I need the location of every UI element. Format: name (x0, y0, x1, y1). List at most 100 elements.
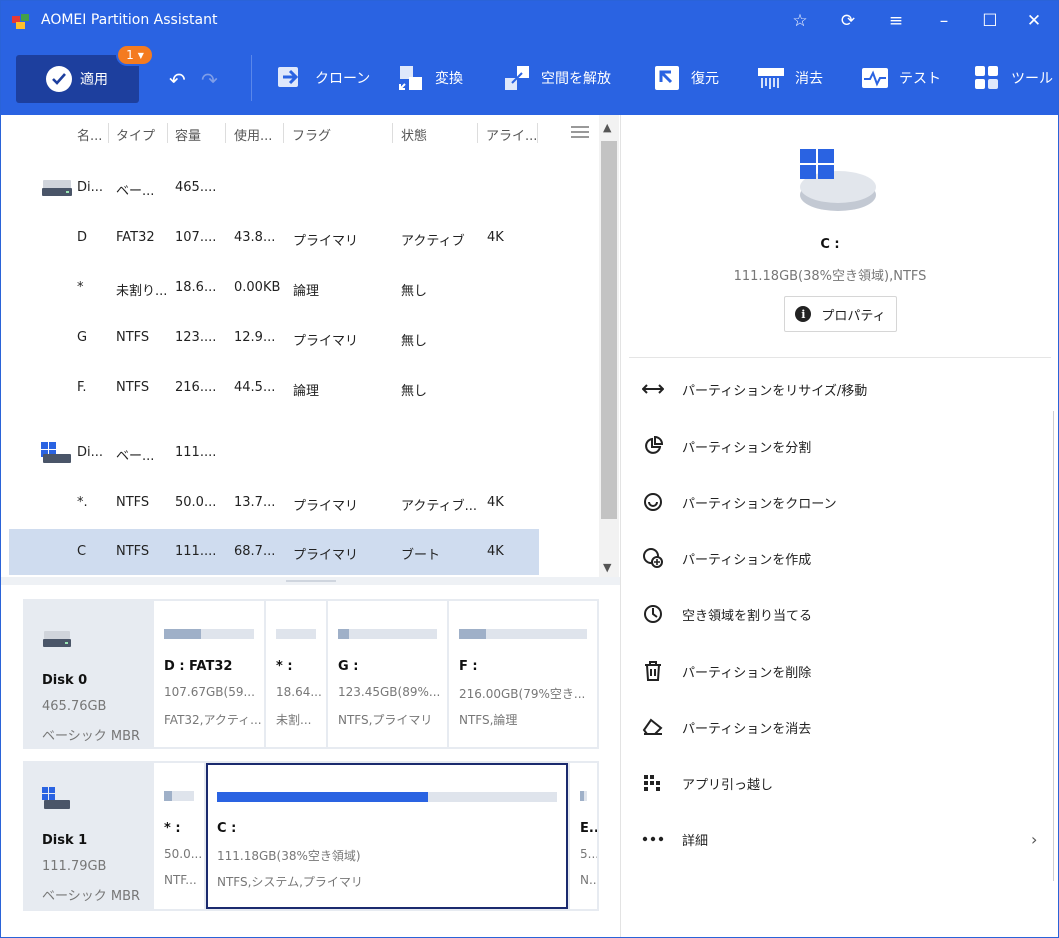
scrollbar-thumb[interactable] (601, 141, 617, 519)
undo-icon[interactable]: ↶ (169, 68, 186, 92)
splitter-grip[interactable] (286, 580, 336, 582)
table-header: 名... タイプ 容量 使用... フラグ 状態 アライ... (1, 115, 599, 151)
minimize-icon[interactable]: – (931, 9, 957, 33)
row-type: NTFS (116, 380, 150, 395)
usage-bar (217, 792, 557, 802)
test-button[interactable]: テスト (861, 63, 941, 93)
table-row[interactable]: *. NTFS 50.0... 13.7... プライマリ アクティブ... 4… (9, 480, 539, 526)
expand-arrows-icon (503, 64, 531, 92)
row-alignment: 4K (487, 495, 504, 510)
disk-size: 111.79GB (42, 859, 107, 874)
op-label: パーティションを削除 (682, 665, 812, 681)
row-name: D (77, 230, 88, 245)
pending-operations-badge[interactable]: 1 ▼ (116, 44, 154, 66)
usage-bar (164, 629, 254, 639)
properties-button[interactable]: i プロパティ (784, 296, 897, 332)
scroll-down-icon[interactable]: ▼ (603, 561, 611, 574)
op-advanced[interactable]: 詳細 › (621, 819, 1051, 859)
partition-fs: NTFS,システム,プライマリ (217, 875, 363, 889)
allocate-space-icon (641, 602, 665, 626)
op-wipe-partition[interactable]: パーティションを消去 (621, 707, 1051, 747)
toolbar: 適用 1 ▼ ↶ ↷ クローン 変換 空間を解放 復元 消去 テスト ツール (1, 41, 1058, 115)
selected-partition-info: 111.18GB(38%空き領域),NTFS (733, 269, 927, 284)
tools-button[interactable]: ツール (973, 63, 1053, 93)
column-header-alignment[interactable]: アライ... (486, 125, 537, 144)
clone-button[interactable]: クローン (277, 63, 370, 93)
row-capacity: 465.... (175, 180, 217, 195)
wipe-label: 消去 (795, 71, 823, 87)
column-header-name[interactable]: 名... (77, 125, 102, 144)
maximize-icon[interactable]: ☐ (977, 9, 1003, 33)
table-row[interactable]: D FAT32 107.... 43.8... プライマリ アクティブ 4K (9, 215, 539, 261)
column-header-capacity[interactable]: 容量 (175, 125, 201, 144)
table-row-disk0[interactable]: Di... ベー... 465.... (9, 165, 539, 211)
redo-icon[interactable]: ↷ (201, 68, 218, 92)
op-label: 詳細 (682, 833, 709, 849)
refresh-icon[interactable]: ⟳ (835, 9, 861, 33)
column-header-type[interactable]: タイプ (116, 125, 155, 144)
close-icon[interactable]: ✕ (1021, 9, 1047, 33)
column-header-used[interactable]: 使用... (234, 125, 272, 144)
op-allocate-space[interactable]: 空き領域を割り当てる (621, 594, 1051, 634)
column-header-status[interactable]: 状態 (401, 125, 427, 144)
restore-icon (653, 64, 681, 92)
op-app-mover[interactable]: アプリ引っ越し (621, 763, 1051, 803)
row-name: C (77, 544, 87, 559)
star-icon[interactable]: ☆ (787, 9, 813, 33)
window-title: AOMEI Partition Assistant (41, 12, 218, 28)
row-status: アクティブ (401, 234, 465, 249)
partition-block[interactable]: E... 5... N... (570, 763, 597, 909)
op-create-partition[interactable]: パーティションを作成 (621, 538, 1051, 578)
op-resize-move[interactable]: パーティションをリサイズ/移動 (621, 369, 1051, 409)
partition-table: 名... タイプ 容量 使用... フラグ 状態 アライ... Di... ベー… (1, 115, 620, 577)
partition-block[interactable]: G : 123.45GB(89%... NTFS,プライマリ (328, 601, 447, 747)
row-name: Di... (77, 445, 104, 460)
partition-block[interactable]: * : 50.0... NTF... (154, 763, 204, 909)
op-delete-partition[interactable]: パーティションを削除 (621, 651, 1051, 691)
table-row[interactable]: G NTFS 123.... 12.9... プライマリ 無し (9, 315, 539, 361)
row-used: 12.9... (234, 330, 276, 345)
chevron-right-icon: › (1031, 829, 1038, 849)
clone-partition-icon (641, 490, 665, 514)
row-capacity: 107.... (175, 230, 217, 245)
row-capacity: 111.... (175, 544, 217, 559)
row-flag: プライマリ (293, 334, 359, 349)
op-split[interactable]: パーティションを分割 (621, 426, 1051, 466)
checkmark-icon (46, 66, 72, 92)
partition-block[interactable]: D : FAT32 107.67GB(59... FAT32,アクティ... (154, 601, 264, 747)
table-row[interactable]: * 未割り... 18.6... 0.00KB 論理 無し (9, 265, 539, 311)
disk-0-label[interactable]: Disk 0 465.76GB ベーシック MBR (23, 599, 153, 749)
column-header-flag[interactable]: フラグ (292, 125, 331, 144)
free-space-button[interactable]: 空間を解放 (503, 63, 611, 93)
usage-fill (217, 792, 428, 802)
disk-icon (42, 627, 72, 653)
disk-0-row[interactable]: Disk 0 465.76GB ベーシック MBR D : FAT32 107.… (23, 599, 599, 749)
menu-icon[interactable]: ≡ (883, 9, 909, 33)
partition-block[interactable]: F : 216.00GB(79%空き... NTFS,論理 (449, 601, 597, 747)
partition-name: * : (164, 821, 181, 836)
free-space-label: 空間を解放 (541, 71, 611, 87)
op-clone-partition[interactable]: パーティションをクローン (621, 482, 1051, 522)
info-icon: i (795, 306, 812, 322)
partition-block[interactable]: * : 18.64... 未割... (266, 601, 326, 747)
partition-block-selected[interactable]: C : 111.18GB(38%空き領域) NTFS,システム,プライマリ (206, 763, 568, 909)
pending-count: 1 (126, 48, 134, 62)
table-row-selected[interactable]: C NTFS 111.... 68.7... プライマリ ブート 4K (9, 529, 539, 575)
table-scrollbar[interactable]: ▲ ▼ (599, 115, 619, 577)
table-row[interactable]: F. NTFS 216.... 44.5... 論理 無し (9, 365, 539, 411)
convert-icon (397, 64, 425, 92)
table-row-disk1[interactable]: Di... ベー... 111.... (9, 430, 539, 476)
convert-button[interactable]: 変換 (397, 63, 463, 93)
disk-1-label[interactable]: Disk 1 111.79GB ベーシック MBR (23, 761, 153, 911)
row-capacity: 111.... (175, 445, 217, 460)
chevron-down-icon: ▼ (137, 50, 144, 60)
partition-fs: N... (580, 873, 597, 887)
restore-button[interactable]: 復元 (653, 63, 719, 93)
scroll-up-icon[interactable]: ▲ (603, 121, 611, 134)
wipe-button[interactable]: 消去 (757, 63, 823, 93)
clone-icon (277, 64, 305, 92)
column-settings-icon[interactable] (569, 123, 591, 145)
row-status: 無し (401, 384, 428, 399)
disk-1-row[interactable]: Disk 1 111.79GB ベーシック MBR * : 50.0... NT… (23, 761, 599, 911)
usage-bar (459, 629, 587, 639)
